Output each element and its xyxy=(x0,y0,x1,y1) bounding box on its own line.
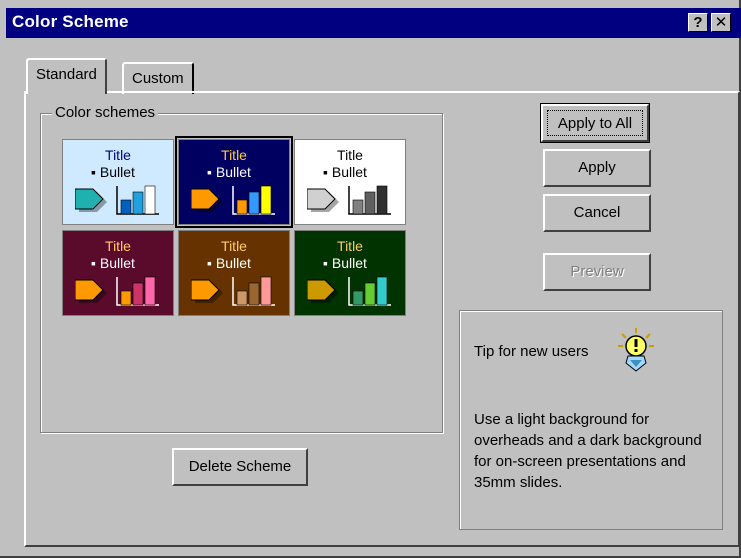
swatch-bullet: ▪ Bullet xyxy=(323,164,367,180)
chart-bar xyxy=(352,199,364,215)
chart-bar xyxy=(132,282,144,306)
swatch-title: Title xyxy=(105,147,131,163)
color-scheme-dialog: Color Scheme ? ✕ Standard Custom Color s… xyxy=(0,0,741,558)
delete-scheme-button[interactable]: Delete Scheme xyxy=(172,448,308,486)
chart-bar xyxy=(236,199,248,215)
color-scheme-swatch[interactable]: Title ▪ Bullet xyxy=(175,136,293,228)
color-scheme-swatch[interactable]: Title ▪ Bullet xyxy=(62,139,174,225)
cancel-label: Cancel xyxy=(573,204,621,221)
tip-body: Use a light background for overheads and… xyxy=(474,411,702,491)
chart-bar xyxy=(364,191,376,215)
color-scheme-swatch[interactable]: Title ▪ Bullet xyxy=(178,230,290,316)
swatch-graphic xyxy=(307,276,391,306)
chart-bar xyxy=(144,276,156,306)
swatch-graphic xyxy=(307,185,391,215)
chart-bar xyxy=(132,191,144,215)
chart-bar xyxy=(120,290,132,306)
apply-button[interactable]: Apply xyxy=(543,149,651,187)
tab-standard[interactable]: Standard xyxy=(26,58,107,94)
swatch-bullet: ▪ Bullet xyxy=(323,255,367,271)
bullet-icon: ▪ xyxy=(91,255,100,271)
tab-custom[interactable]: Custom xyxy=(122,62,194,94)
bullet-icon: ▪ xyxy=(91,164,100,180)
lightbulb-icon xyxy=(616,327,656,379)
swatch-title: Title xyxy=(105,238,131,254)
color-schemes-label: Color schemes xyxy=(52,104,159,121)
chart-bar xyxy=(260,276,272,306)
close-button[interactable]: ✕ xyxy=(711,13,731,32)
swatch-bullet: ▪ Bullet xyxy=(207,255,251,271)
bullet-icon: ▪ xyxy=(323,164,332,180)
chart-bar xyxy=(376,185,388,215)
close-icon: ✕ xyxy=(714,14,728,31)
swatch-bullet-text: Bullet xyxy=(99,164,135,180)
delete-scheme-label: Delete Scheme xyxy=(188,458,292,475)
color-scheme-swatch[interactable]: Title ▪ Bullet xyxy=(294,230,406,316)
swatch-bullet-text: Bullet xyxy=(215,164,251,180)
swatch-bullet-text: Bullet xyxy=(331,164,367,180)
swatch-bullet-text: Bullet xyxy=(215,255,251,271)
window-title: Color Scheme xyxy=(12,12,129,31)
chart-bar xyxy=(248,191,260,215)
swatch-bullet: ▪ Bullet xyxy=(91,255,135,271)
apply-label: Apply xyxy=(578,159,616,176)
chart-bar xyxy=(144,185,156,215)
title-bar: Color Scheme ? ✕ xyxy=(6,8,741,38)
chart-bar xyxy=(352,290,364,306)
swatch-graphic xyxy=(191,276,275,306)
color-scheme-swatch[interactable]: Title ▪ Bullet xyxy=(294,139,406,225)
chart-bar xyxy=(248,282,260,306)
chart-bar xyxy=(236,290,248,306)
bullet-icon: ▪ xyxy=(323,255,332,271)
chart-bar xyxy=(376,276,388,306)
swatch-bullet-text: Bullet xyxy=(99,255,135,271)
tip-heading: Tip for new users xyxy=(474,343,589,360)
swatch-title: Title xyxy=(221,147,247,163)
apply-to-all-button[interactable]: Apply to All xyxy=(540,103,650,143)
swatch-graphic xyxy=(191,185,275,215)
chart-bar xyxy=(364,282,376,306)
swatch-bullet: ▪ Bullet xyxy=(91,164,135,180)
swatch-title: Title xyxy=(337,238,363,254)
swatch-bullet: ▪ Bullet xyxy=(207,164,251,180)
help-icon: ? xyxy=(693,14,703,31)
swatch-graphic xyxy=(75,185,159,215)
swatch-bullet-text: Bullet xyxy=(331,255,367,271)
tip-panel: Tip for new users Use a light background… xyxy=(459,310,723,530)
swatch-graphic xyxy=(75,276,159,306)
tab-standard-label: Standard xyxy=(36,66,97,83)
bullet-icon: ▪ xyxy=(207,255,216,271)
bullet-icon: ▪ xyxy=(207,164,216,180)
preview-label: Preview xyxy=(570,263,624,280)
chart-bar xyxy=(260,185,272,215)
chart-bar xyxy=(120,199,132,215)
swatch-title: Title xyxy=(337,147,363,163)
swatch-title: Title xyxy=(221,238,247,254)
cancel-button[interactable]: Cancel xyxy=(543,194,651,232)
preview-button: Preview xyxy=(543,253,651,291)
help-button[interactable]: ? xyxy=(688,13,708,32)
color-scheme-swatch[interactable]: Title ▪ Bullet xyxy=(62,230,174,316)
tab-custom-label: Custom xyxy=(132,70,184,87)
apply-to-all-label: Apply to All xyxy=(547,110,643,136)
